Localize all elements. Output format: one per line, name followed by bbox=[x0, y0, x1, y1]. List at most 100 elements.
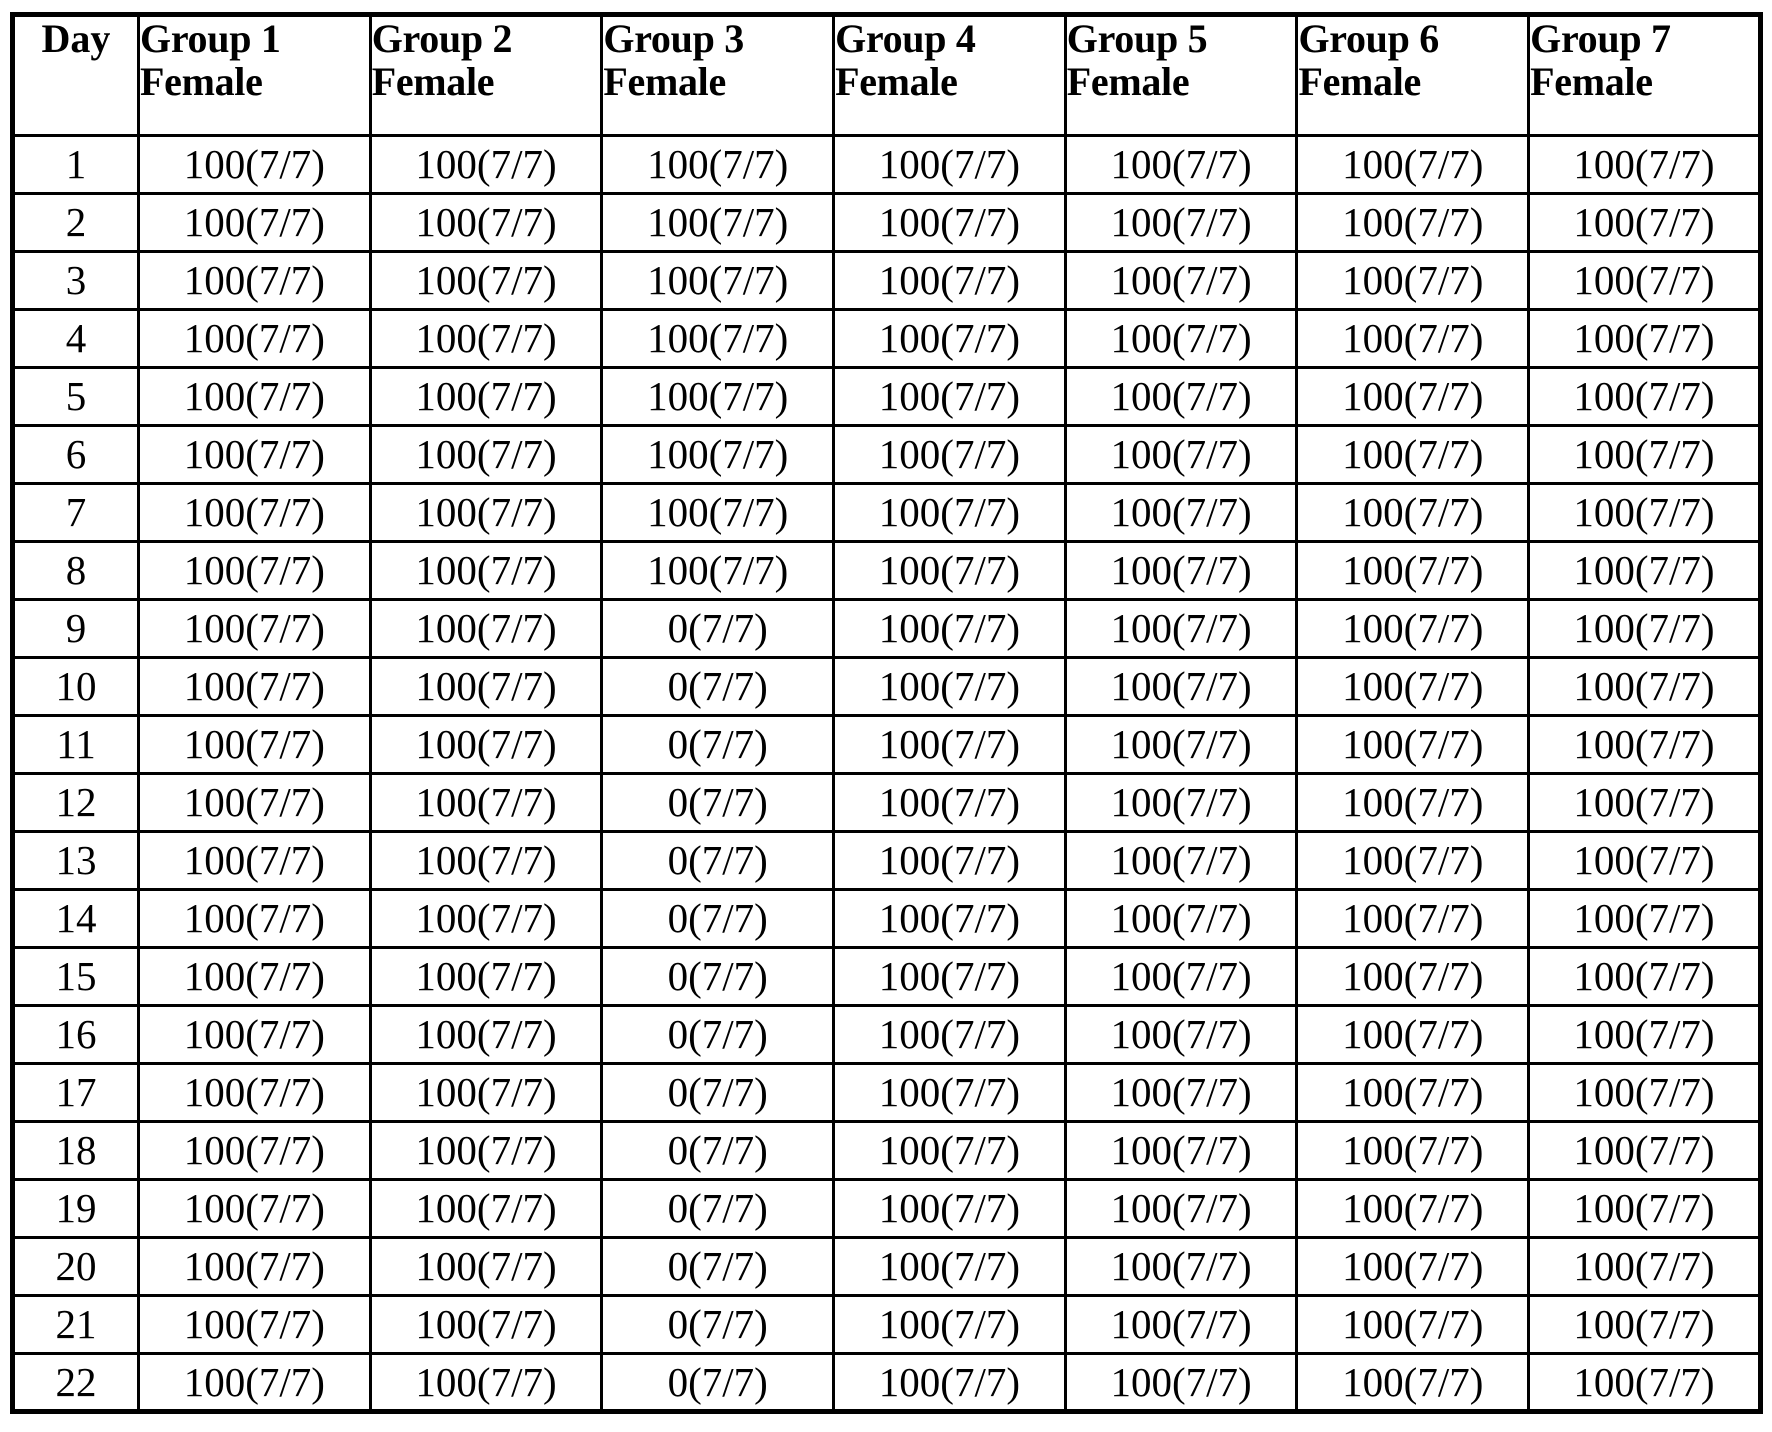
column-header-group5-group: Group 5 bbox=[1066, 16, 1208, 61]
cell-group4: 100(7/7) bbox=[832, 482, 1067, 543]
cell-group3: 100(7/7) bbox=[600, 250, 836, 311]
cell-group2: 100(7/7) bbox=[368, 598, 604, 659]
cell-group2: 100(7/7) bbox=[368, 1120, 604, 1181]
table-row: 9 100(7/7) 100(7/7) 0(7/7) 100(7/7) 100(7/7) 1… bbox=[11, 598, 1762, 659]
cell-day: 11 bbox=[11, 714, 140, 775]
cell-group1: 100(7/7) bbox=[137, 772, 372, 833]
table-row: 14 100(7/7) 100(7/7) 0(7/7) 100(7/7) 100(7/7)… bbox=[11, 888, 1762, 949]
cell-group2: 100(7/7) bbox=[368, 482, 604, 543]
cell-group7: 100(7/7) bbox=[1527, 1004, 1762, 1065]
cell-group2: 100(7/7) bbox=[368, 1236, 604, 1297]
cell-group4: 100(7/7) bbox=[832, 1352, 1067, 1413]
cell-group2: 100(7/7) bbox=[368, 1294, 604, 1355]
cell-group5: 100(7/7) bbox=[1063, 540, 1299, 601]
cell-group7: 100(7/7) bbox=[1527, 946, 1762, 1007]
cell-group5: 100(7/7) bbox=[1063, 1178, 1299, 1239]
cell-group4: 100(7/7) bbox=[832, 1294, 1067, 1355]
cell-group5: 100(7/7) bbox=[1063, 946, 1299, 1007]
cell-group7: 100(7/7) bbox=[1527, 424, 1762, 485]
cell-group1: 100(7/7) bbox=[137, 1352, 372, 1413]
cell-group2: 100(7/7) bbox=[368, 656, 604, 717]
cell-group4: 100(7/7) bbox=[832, 1004, 1067, 1065]
cell-group4: 100(7/7) bbox=[832, 424, 1067, 485]
cell-group6: 100(7/7) bbox=[1295, 1062, 1531, 1123]
cell-group6: 100(7/7) bbox=[1295, 250, 1531, 311]
cell-group5: 100(7/7) bbox=[1063, 1352, 1299, 1413]
cell-group4: 100(7/7) bbox=[832, 946, 1067, 1007]
cell-group3: 100(7/7) bbox=[600, 308, 836, 369]
cell-group7: 100(7/7) bbox=[1527, 482, 1762, 543]
cell-group7: 100(7/7) bbox=[1527, 1178, 1762, 1239]
cell-group5: 100(7/7) bbox=[1063, 656, 1299, 717]
cell-group7: 100(7/7) bbox=[1527, 1352, 1762, 1413]
cell-group4: 100(7/7) bbox=[832, 1236, 1067, 1297]
cell-group5: 100(7/7) bbox=[1063, 134, 1299, 195]
cell-group3: 0(7/7) bbox=[600, 1236, 836, 1297]
cell-group5: 100(7/7) bbox=[1063, 250, 1299, 311]
cell-group4: 100(7/7) bbox=[832, 888, 1067, 949]
cell-day: 22 bbox=[11, 1352, 140, 1413]
cell-group7: 100(7/7) bbox=[1527, 192, 1762, 253]
cell-group6: 100(7/7) bbox=[1295, 192, 1531, 253]
cell-group3: 0(7/7) bbox=[600, 1294, 836, 1355]
column-header-group3-sex: Female bbox=[603, 59, 726, 105]
cell-day: 12 bbox=[11, 772, 140, 833]
cell-group3: 0(7/7) bbox=[600, 598, 836, 659]
cell-group5: 100(7/7) bbox=[1063, 192, 1299, 253]
table-row: 3 100(7/7) 100(7/7) 100(7/7) 100(7/7) 100(7/7… bbox=[11, 250, 1762, 311]
cell-group2: 100(7/7) bbox=[368, 1178, 604, 1239]
cell-group3: 0(7/7) bbox=[600, 1178, 836, 1239]
column-header-day: Day bbox=[11, 13, 140, 137]
cell-group7: 100(7/7) bbox=[1527, 308, 1762, 369]
cell-group2: 100(7/7) bbox=[368, 772, 604, 833]
column-header-group5: Group 5 Female bbox=[1063, 13, 1299, 137]
cell-group5: 100(7/7) bbox=[1063, 1236, 1299, 1297]
cell-group6: 100(7/7) bbox=[1295, 946, 1531, 1007]
table-row: 6 100(7/7) 100(7/7) 100(7/7) 100(7/7) 100(7/7… bbox=[11, 424, 1762, 485]
cell-group1: 100(7/7) bbox=[137, 134, 372, 195]
column-header-group1: Group 1 Female bbox=[137, 13, 372, 137]
cell-group1: 100(7/7) bbox=[137, 830, 372, 891]
cell-group5: 100(7/7) bbox=[1063, 598, 1299, 659]
column-header-group4: Group 4 Female bbox=[832, 13, 1067, 137]
cell-group3: 100(7/7) bbox=[600, 192, 836, 253]
cell-group1: 100(7/7) bbox=[137, 540, 372, 601]
cell-group7: 100(7/7) bbox=[1527, 772, 1762, 833]
cell-group4: 100(7/7) bbox=[832, 250, 1067, 311]
cell-group1: 100(7/7) bbox=[137, 598, 372, 659]
column-header-group3-group: Group 3 bbox=[603, 16, 744, 61]
cell-group3: 0(7/7) bbox=[600, 714, 836, 775]
cell-group7: 100(7/7) bbox=[1527, 540, 1762, 601]
cell-group7: 100(7/7) bbox=[1527, 1294, 1762, 1355]
cell-group1: 100(7/7) bbox=[137, 424, 372, 485]
cell-group7: 100(7/7) bbox=[1527, 250, 1762, 311]
cell-group1: 100(7/7) bbox=[137, 1062, 372, 1123]
cell-day: 2 bbox=[11, 192, 140, 253]
cell-group2: 100(7/7) bbox=[368, 830, 604, 891]
table-row: 15 100(7/7) 100(7/7) 0(7/7) 100(7/7) 100(7/7)… bbox=[11, 946, 1762, 1007]
cell-day: 19 bbox=[11, 1178, 140, 1239]
survival-data-table: Day Group 1 Female Group 2 Female Group 3 Fema… bbox=[10, 12, 1763, 1414]
column-header-group4-sex: Female bbox=[835, 59, 958, 105]
cell-group6: 100(7/7) bbox=[1295, 1004, 1531, 1065]
table-head: Day Group 1 Female Group 2 Female Group 3 Fema… bbox=[11, 13, 1762, 137]
cell-group5: 100(7/7) bbox=[1063, 1004, 1299, 1065]
column-header-day-label: Day bbox=[41, 16, 111, 61]
cell-group2: 100(7/7) bbox=[368, 540, 604, 601]
cell-day: 16 bbox=[11, 1004, 140, 1065]
cell-group1: 100(7/7) bbox=[137, 1004, 372, 1065]
cell-group2: 100(7/7) bbox=[368, 192, 604, 253]
table-row: 7 100(7/7) 100(7/7) 100(7/7) 100(7/7) 100(7/7… bbox=[11, 482, 1762, 543]
cell-group1: 100(7/7) bbox=[137, 250, 372, 311]
cell-group4: 100(7/7) bbox=[832, 540, 1067, 601]
cell-group6: 100(7/7) bbox=[1295, 888, 1531, 949]
cell-day: 8 bbox=[11, 540, 140, 601]
cell-group1: 100(7/7) bbox=[137, 714, 372, 775]
cell-group3: 100(7/7) bbox=[600, 366, 836, 427]
cell-group3: 100(7/7) bbox=[600, 134, 836, 195]
cell-group5: 100(7/7) bbox=[1063, 830, 1299, 891]
cell-group7: 100(7/7) bbox=[1527, 656, 1762, 717]
cell-group7: 100(7/7) bbox=[1527, 1120, 1762, 1181]
cell-group4: 100(7/7) bbox=[832, 1062, 1067, 1123]
cell-group3: 100(7/7) bbox=[600, 482, 836, 543]
